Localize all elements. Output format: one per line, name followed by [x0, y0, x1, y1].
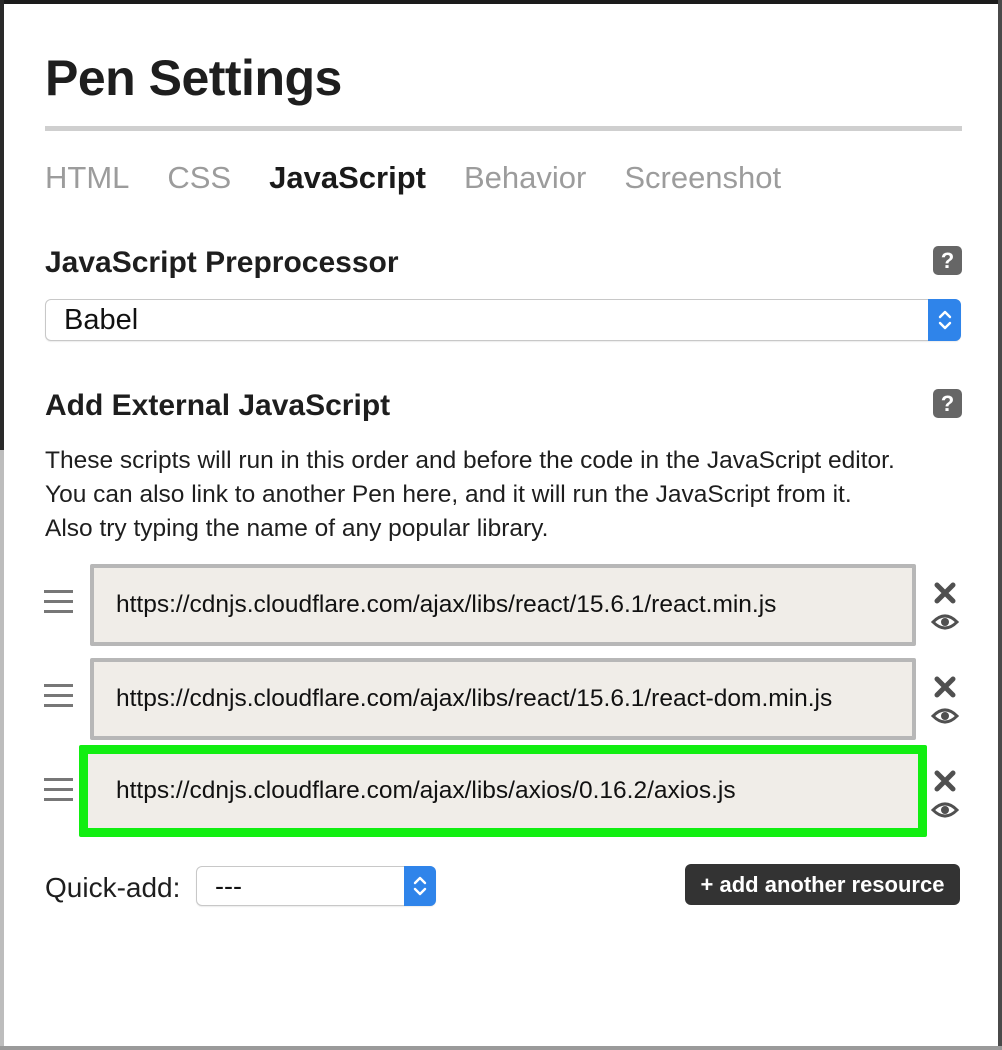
quick-add-label: Quick-add: [45, 872, 181, 903]
external-js-heading: Add External JavaScript [45, 389, 391, 422]
window-frame-right [998, 0, 1002, 1050]
settings-tabs: HTML CSS JavaScript Behavior Screenshot [45, 156, 781, 200]
view-resource-eye-icon[interactable] [930, 701, 960, 731]
window-frame-left-lower [0, 450, 4, 1050]
remove-resource-close-icon[interactable] [930, 766, 960, 796]
tab-javascript[interactable]: JavaScript [269, 156, 426, 200]
tab-css[interactable]: CSS [167, 156, 231, 200]
preprocessor-select[interactable]: Babel [45, 299, 961, 341]
preprocessor-heading: JavaScript Preprocessor [45, 246, 399, 279]
external-js-help-icon[interactable]: ? [933, 389, 962, 418]
remove-resource-close-icon[interactable] [930, 578, 960, 608]
view-resource-eye-icon[interactable] [930, 607, 960, 637]
resource-url-input[interactable]: https://cdnjs.cloudflare.com/ajax/libs/r… [90, 564, 916, 646]
description-line: These scripts will run in this order and… [45, 447, 895, 474]
dialog-title: Pen Settings [45, 50, 342, 106]
drag-handle-icon[interactable] [44, 778, 74, 808]
window-frame-left [0, 0, 4, 450]
resource-url-value: https://cdnjs.cloudflare.com/ajax/libs/r… [116, 685, 833, 712]
tab-behavior[interactable]: Behavior [464, 156, 586, 200]
resource-url-input[interactable]: https://cdnjs.cloudflare.com/ajax/libs/r… [90, 658, 916, 740]
preprocessor-help-icon[interactable]: ? [933, 246, 962, 275]
title-divider [45, 126, 962, 131]
tab-screenshot[interactable]: Screenshot [624, 156, 781, 200]
description-line: Also try typing the name of any popular … [45, 515, 549, 542]
drag-handle-icon[interactable] [44, 590, 74, 620]
window-frame-top [0, 0, 1002, 4]
description-line: You can also link to another Pen here, a… [45, 481, 852, 508]
quick-add-selected-value: --- [215, 871, 242, 901]
quick-add-select[interactable]: --- [196, 866, 436, 906]
tab-html[interactable]: HTML [45, 156, 129, 200]
add-another-resource-button[interactable]: + add another resource [685, 864, 960, 905]
resource-url-value: https://cdnjs.cloudflare.com/ajax/libs/r… [116, 591, 777, 618]
resource-url-input-highlighted[interactable]: https://cdnjs.cloudflare.com/ajax/libs/a… [79, 745, 927, 837]
resource-url-value: https://cdnjs.cloudflare.com/ajax/libs/a… [116, 777, 736, 804]
select-chevrons-icon [404, 866, 436, 906]
preprocessor-selected-value: Babel [64, 304, 139, 336]
window-frame-bottom [0, 1046, 1002, 1050]
view-resource-eye-icon[interactable] [930, 795, 960, 825]
remove-resource-close-icon[interactable] [930, 672, 960, 702]
external-js-description: These scripts will run in this order and… [45, 444, 975, 546]
drag-handle-icon[interactable] [44, 684, 74, 714]
select-chevrons-icon [928, 299, 961, 341]
